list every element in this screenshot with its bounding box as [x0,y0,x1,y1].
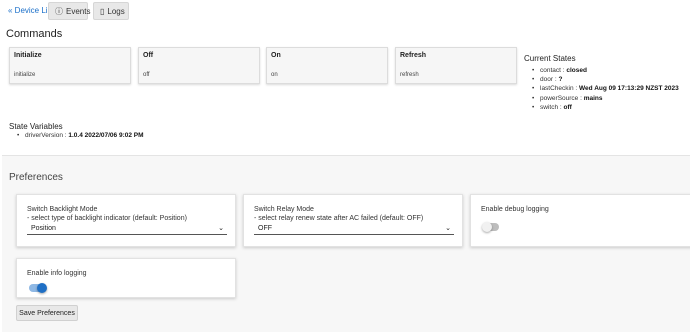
debug-logging-card: Enable debug logging [470,194,690,247]
info-circle-icon: ⓘ [55,6,63,16]
state-item: powerSource : mains [532,94,679,103]
current-states-title: Current States [524,54,576,63]
relay-mode-description: - select relay renew state after AC fail… [254,215,424,222]
relay-mode-select[interactable]: OFF ⌄ [254,224,454,235]
preferences-title: Preferences [9,172,63,183]
command-name: Initialize [14,52,42,59]
debug-logging-toggle[interactable] [482,222,499,232]
state-item: switch : off [532,103,679,112]
debug-logging-title: Enable debug logging [481,206,549,213]
toggle-knob [37,283,47,293]
state-variable-item: driverVersion : 1.0.4 2022/07/06 9:02 PM [17,132,144,139]
save-preferences-button[interactable]: Save Preferences [16,305,78,321]
backlight-mode-title: Switch Backlight Mode [27,206,98,213]
current-states-list: contact : closed door : ? lastCheckin : … [532,66,679,112]
backlight-mode-select[interactable]: Position ⌄ [27,224,227,235]
state-variables-list: driverVersion : 1.0.4 2022/07/06 9:02 PM [17,132,144,139]
relay-mode-card: Switch Relay Mode - select relay renew s… [243,194,463,247]
command-on[interactable]: On on [266,47,388,84]
info-logging-title: Enable info logging [27,270,87,277]
state-variables-title: State Variables [9,122,63,131]
top-toolbar: « Device List ⓘ Events ▯ Logs [0,0,690,22]
relay-mode-title: Switch Relay Mode [254,206,314,213]
info-logging-card: Enable info logging [16,258,236,298]
command-name: On [271,52,281,59]
command-value: off [143,72,150,78]
device-list-link[interactable]: « Device List [8,6,54,15]
logs-button-label: Logs [107,6,125,16]
chevron-down-icon: ⌄ [445,225,451,232]
backlight-mode-card: Switch Backlight Mode - select type of b… [16,194,236,247]
backlight-mode-description: - select type of backlight indicator (de… [27,215,187,222]
state-item: lastCheckin : Wed Aug 09 17:13:29 NZST 2… [532,84,679,93]
state-item: contact : closed [532,66,679,75]
info-logging-toggle[interactable] [29,283,47,293]
command-refresh[interactable]: Refresh refresh [395,47,517,84]
command-off[interactable]: Off off [138,47,260,84]
chevron-down-icon: ⌄ [218,225,224,232]
relay-mode-value: OFF [258,225,272,232]
document-icon: ▯ [100,6,105,16]
toggle-knob [482,222,492,232]
command-value: refresh [400,72,419,78]
command-initialize[interactable]: Initialize initialize [9,47,131,84]
events-button[interactable]: ⓘ Events [48,2,91,20]
command-value: initialize [14,72,36,78]
backlight-mode-value: Position [31,225,56,232]
command-name: Off [143,52,154,59]
state-item: door : ? [532,75,679,84]
command-value: on [271,72,278,78]
commands-title: Commands [6,28,63,40]
command-name: Refresh [400,52,427,59]
events-button-label: Events [66,6,91,16]
logs-button[interactable]: ▯ Logs [93,2,129,20]
